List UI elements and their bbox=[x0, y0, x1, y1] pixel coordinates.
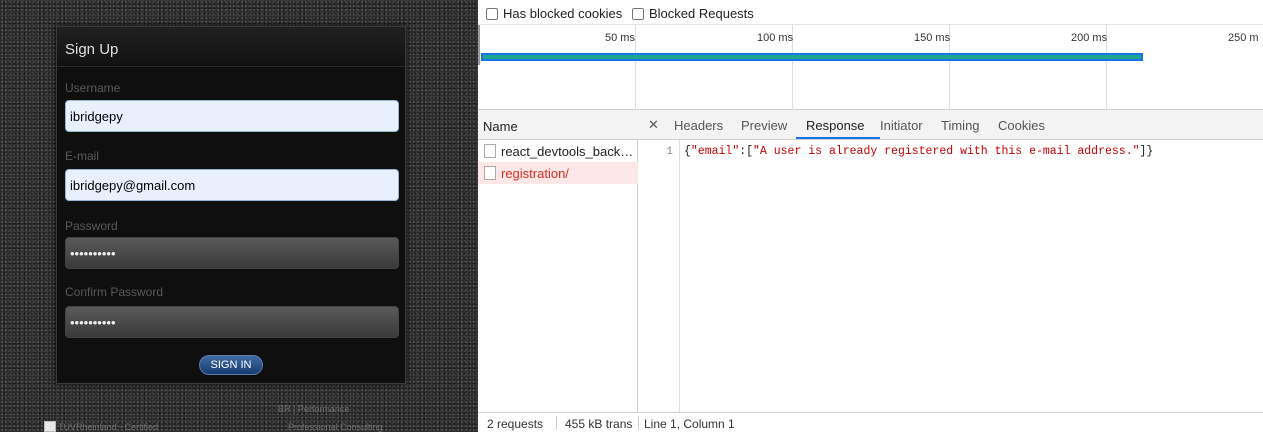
status-divider bbox=[638, 416, 639, 430]
blocked-requests-label: Blocked Requests bbox=[649, 6, 754, 21]
certification-logo-alt: TUVRheinland - Certified bbox=[58, 422, 159, 432]
signup-panel: Sign Up Username E-mail Password Confirm… bbox=[56, 26, 406, 384]
waterfall-bar bbox=[481, 53, 1143, 61]
file-icon bbox=[484, 166, 496, 180]
timeline-start-marker bbox=[478, 25, 480, 65]
request-count: 2 requests bbox=[487, 417, 544, 431]
footer-line-1: BR | Performance bbox=[278, 404, 350, 414]
request-list: Name react_devtools_back… registration/ bbox=[478, 110, 638, 412]
name-header-label: Name bbox=[483, 119, 518, 134]
name-column-header[interactable]: Name bbox=[478, 110, 638, 140]
close-icon[interactable]: ✕ bbox=[648, 117, 659, 133]
blocked-cookies-checkbox[interactable] bbox=[486, 8, 498, 20]
request-name: react_devtools_back… bbox=[501, 144, 634, 159]
file-icon bbox=[484, 144, 496, 158]
status-bar: 2 requests 455 kB trans Line 1, Column 1 bbox=[478, 412, 1263, 432]
tick-label-250: 250 m bbox=[1228, 32, 1259, 44]
tab-headers[interactable]: Headers bbox=[674, 118, 723, 133]
tick-label-50: 50 ms bbox=[605, 32, 635, 44]
line-number: 1 bbox=[666, 146, 673, 158]
password-label: Password bbox=[65, 219, 118, 233]
request-name: registration/ bbox=[501, 166, 569, 181]
devtools-network-panel: Has blocked cookies Blocked Requests 50 … bbox=[478, 0, 1263, 432]
response-key: "email" bbox=[690, 145, 740, 158]
email-input[interactable] bbox=[65, 169, 399, 201]
signup-title: Sign Up bbox=[65, 41, 119, 58]
tab-timing[interactable]: Timing bbox=[941, 118, 980, 133]
footer-line-2: Professional Consulting bbox=[288, 422, 383, 432]
request-row[interactable]: react_devtools_back… bbox=[478, 140, 638, 162]
active-tab-indicator bbox=[796, 137, 880, 139]
detail-tabs: ✕ Headers Preview Response Initiator Tim… bbox=[638, 110, 1263, 140]
waterfall-overview[interactable]: 50 ms 100 ms 150 ms 200 ms 250 m bbox=[478, 24, 1263, 111]
tick-label-200: 200 ms bbox=[1071, 32, 1108, 44]
password-input[interactable] bbox=[65, 237, 399, 269]
line-number-gutter: 1 bbox=[638, 140, 680, 412]
response-message: "A user is already registered with this … bbox=[753, 145, 1140, 158]
blocked-cookies-label: Has blocked cookies bbox=[503, 6, 623, 21]
broken-image-icon bbox=[44, 421, 56, 432]
grid-line bbox=[635, 25, 636, 111]
tab-response[interactable]: Response bbox=[806, 118, 865, 133]
cursor-position: Line 1, Column 1 bbox=[644, 417, 735, 431]
filter-row: Has blocked cookies Blocked Requests bbox=[478, 0, 1263, 24]
tab-initiator[interactable]: Initiator bbox=[880, 118, 923, 133]
tab-cookies[interactable]: Cookies bbox=[998, 118, 1045, 133]
sign-in-button[interactable]: SIGN IN bbox=[199, 355, 263, 375]
signup-page: Sign Up Username E-mail Password Confirm… bbox=[0, 0, 478, 432]
response-body[interactable]: {"email":["A user is already registered … bbox=[684, 145, 1153, 158]
request-detail-pane: ✕ Headers Preview Response Initiator Tim… bbox=[638, 110, 1263, 412]
blocked-requests-checkbox[interactable] bbox=[632, 8, 644, 20]
request-row-selected[interactable]: registration/ bbox=[478, 162, 638, 184]
username-label: Username bbox=[65, 81, 121, 95]
status-divider bbox=[556, 416, 557, 430]
tab-preview[interactable]: Preview bbox=[741, 118, 787, 133]
confirm-password-label: Confirm Password bbox=[65, 285, 164, 299]
transferred-size: 455 kB trans bbox=[565, 417, 633, 431]
confirm-password-input[interactable] bbox=[65, 306, 399, 338]
tick-label-150: 150 ms bbox=[914, 32, 951, 44]
tick-label-100: 100 ms bbox=[757, 32, 794, 44]
email-label: E-mail bbox=[65, 149, 100, 163]
username-input[interactable] bbox=[65, 100, 399, 132]
